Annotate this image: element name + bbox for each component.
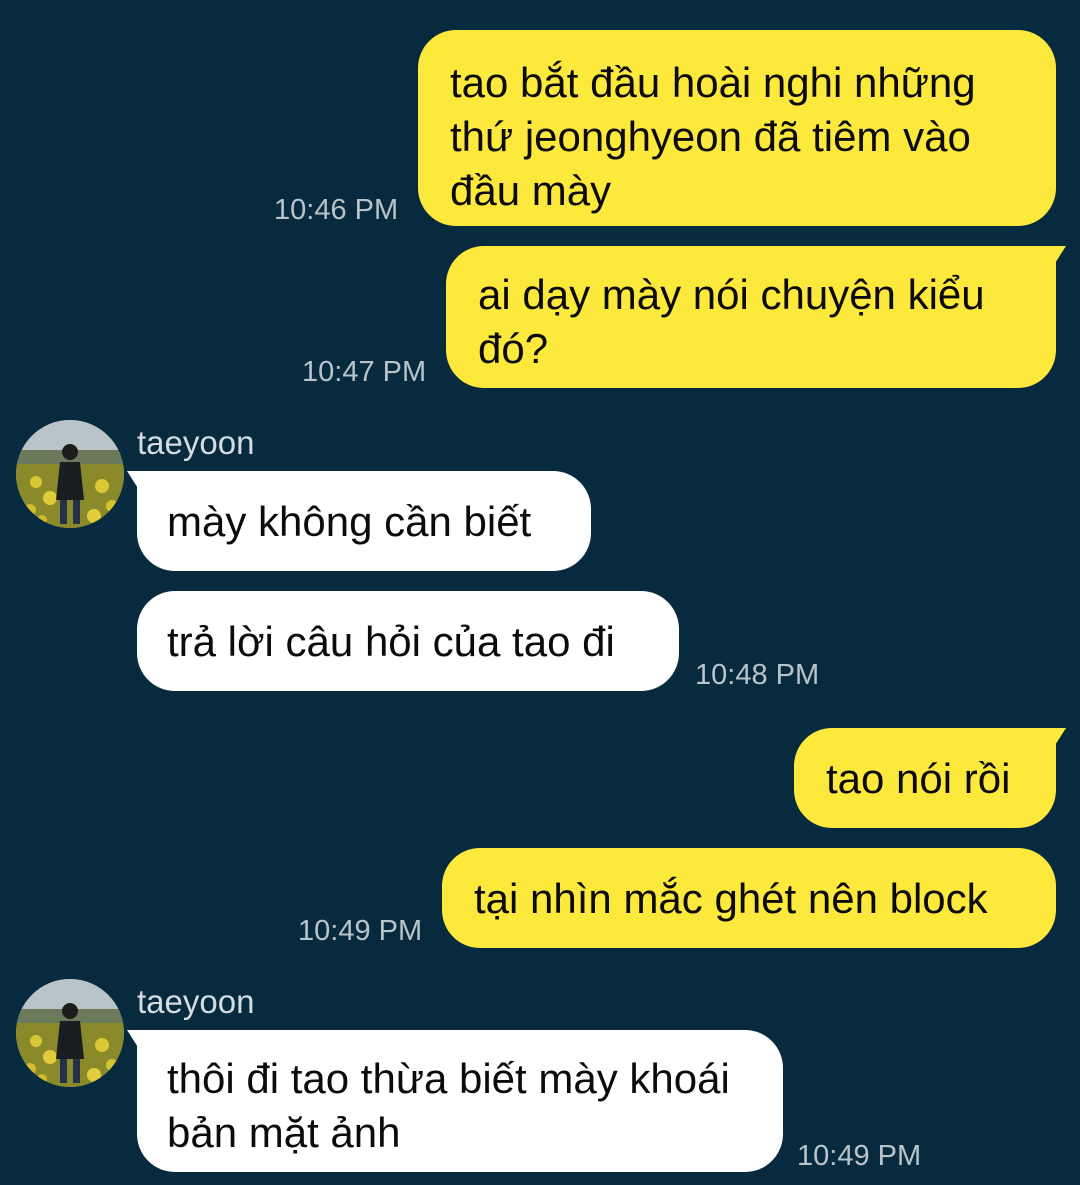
avatar[interactable]: [16, 979, 124, 1087]
avatar[interactable]: [16, 420, 124, 528]
avatar-photo-icon: [16, 979, 124, 1087]
outgoing-message-bubble[interactable]: tại nhìn mắc ghét nên block: [442, 848, 1056, 948]
incoming-message-bubble[interactable]: thôi đi tao thừa biết mày khoái bản mặt …: [127, 1030, 783, 1172]
message-timestamp: 10:49 PM: [797, 1140, 922, 1172]
message-timestamp: 10:48 PM: [695, 659, 820, 691]
outgoing-message-bubble[interactable]: tao nói rồi: [794, 728, 1066, 828]
avatar-photo-icon: [16, 420, 124, 528]
message-timestamp: 10:47 PM: [302, 356, 427, 388]
sender-name: taeyoon: [137, 983, 255, 1020]
message-timestamp: 10:49 PM: [298, 915, 423, 947]
incoming-message-bubble[interactable]: trả lời câu hỏi của tao đi: [137, 591, 679, 691]
outgoing-message-bubble[interactable]: ai dạy mày nói chuyện kiểu đó?: [446, 246, 1066, 388]
incoming-message-bubble[interactable]: mày không cần biết: [127, 471, 591, 571]
sender-name: taeyoon: [137, 424, 255, 461]
outgoing-message-bubble[interactable]: tao bắt đầu hoài nghi những thứ jeonghye…: [418, 30, 1056, 226]
message-timestamp: 10:46 PM: [274, 194, 399, 226]
